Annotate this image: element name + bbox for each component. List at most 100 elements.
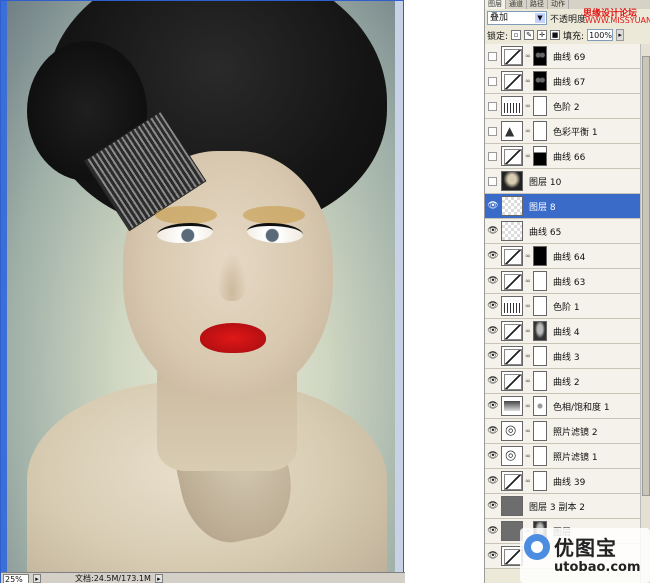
visibility-toggle[interactable]: [488, 51, 497, 61]
layer-row[interactable]: ∞ 曲线 66: [485, 144, 641, 169]
eye-icon[interactable]: 👁: [487, 250, 499, 262]
eye-icon[interactable]: 👁: [487, 525, 499, 537]
layer-row[interactable]: ∞ 色彩平衡 1: [485, 119, 641, 144]
link-icon[interactable]: ∞: [525, 102, 531, 110]
visibility-toggle[interactable]: [488, 101, 497, 111]
hue-thumbnail-icon[interactable]: [501, 396, 523, 416]
layer-mask-thumbnail[interactable]: [533, 296, 547, 316]
layer-row[interactable]: 👁 ∞ 照片滤镜 2: [485, 419, 641, 444]
status-menu-arrow-icon[interactable]: ▸: [33, 574, 41, 583]
photofilter-thumbnail-icon[interactable]: [501, 446, 523, 466]
layer-row[interactable]: ∞ 色阶 2: [485, 94, 641, 119]
zoom-level[interactable]: 25%: [3, 573, 29, 583]
eye-icon[interactable]: 👁: [487, 450, 499, 462]
photofilter-thumbnail-icon[interactable]: [501, 421, 523, 441]
curves-thumbnail-icon[interactable]: [501, 46, 523, 66]
curves-thumbnail-icon[interactable]: [501, 71, 523, 91]
balance-thumbnail-icon[interactable]: [501, 121, 523, 141]
link-icon[interactable]: ∞: [525, 352, 531, 360]
layer-mask-thumbnail[interactable]: [533, 96, 547, 116]
layer-mask-thumbnail[interactable]: [533, 396, 547, 416]
document-window[interactable]: 25% ▸ 文档:24.5M/173.1M ▸: [0, 0, 405, 583]
layer-mask-thumbnail[interactable]: [533, 271, 547, 291]
tab-channels[interactable]: 通道: [506, 0, 527, 9]
image-canvas[interactable]: [7, 1, 395, 572]
link-icon[interactable]: ∞: [525, 152, 531, 160]
layer-mask-thumbnail[interactable]: [533, 146, 547, 166]
layer-row[interactable]: 👁 ∞ 曲线 63: [485, 269, 641, 294]
eye-icon[interactable]: 👁: [487, 500, 499, 512]
layer-mask-thumbnail[interactable]: [533, 46, 547, 66]
tab-layers[interactable]: 图层: [485, 0, 506, 9]
curves-thumbnail-icon[interactable]: [501, 246, 523, 266]
layer-row[interactable]: 👁 ∞ 曲线 4: [485, 319, 641, 344]
layer-row[interactable]: 👁 ∞ 色相/饱和度 1: [485, 394, 641, 419]
gray-thumbnail-icon[interactable]: [501, 496, 523, 516]
lock-image-icon[interactable]: ✎: [524, 30, 535, 40]
link-icon[interactable]: ∞: [525, 277, 531, 285]
link-icon[interactable]: ∞: [525, 402, 531, 410]
eye-icon[interactable]: 👁: [487, 475, 499, 487]
scrollbar-thumb[interactable]: [642, 56, 650, 496]
layer-row[interactable]: 👁 图层 3 副本 2: [485, 494, 641, 519]
layer-row[interactable]: 👁 ∞ 曲线 64: [485, 244, 641, 269]
layer-mask-thumbnail[interactable]: [533, 321, 547, 341]
visibility-toggle[interactable]: [488, 126, 497, 136]
link-icon[interactable]: ∞: [525, 302, 531, 310]
layer-row[interactable]: 👁 ∞ 曲线 39: [485, 469, 641, 494]
link-icon[interactable]: ∞: [525, 452, 531, 460]
layer-row[interactable]: 👁 ∞ 曲线 3: [485, 344, 641, 369]
curves-thumbnail-icon[interactable]: [501, 271, 523, 291]
lock-all-icon[interactable]: ■: [550, 30, 561, 40]
link-icon[interactable]: ∞: [525, 77, 531, 85]
layer-row[interactable]: 👁 图层 8: [485, 194, 641, 219]
layer-row[interactable]: ∞ 曲线 69: [485, 44, 641, 69]
curves-thumbnail-icon[interactable]: [501, 146, 523, 166]
layer-mask-thumbnail[interactable]: [533, 421, 547, 441]
layer-mask-thumbnail[interactable]: [533, 121, 547, 141]
layer-list-scrollbar[interactable]: [640, 44, 650, 583]
blend-mode-select[interactable]: 叠加 ▼: [487, 11, 547, 25]
layer-mask-thumbnail[interactable]: [533, 371, 547, 391]
checker-thumbnail-icon[interactable]: [501, 196, 523, 216]
eye-icon[interactable]: 👁: [487, 275, 499, 287]
eye-icon[interactable]: 👁: [487, 225, 499, 237]
link-icon[interactable]: ∞: [525, 377, 531, 385]
fill-input[interactable]: 100%: [587, 29, 614, 41]
layer-row[interactable]: 👁 ∞ 照片滤镜 1: [485, 444, 641, 469]
tab-actions[interactable]: 动作: [548, 0, 569, 9]
eye-icon[interactable]: 👁: [487, 300, 499, 312]
eye-icon[interactable]: 👁: [487, 425, 499, 437]
layer-row[interactable]: ∞ 曲线 67: [485, 69, 641, 94]
status-info-arrow-icon[interactable]: ▸: [154, 574, 163, 583]
link-icon[interactable]: ∞: [525, 252, 531, 260]
tab-paths[interactable]: 路径: [527, 0, 548, 9]
curves-thumbnail-icon[interactable]: [501, 371, 523, 391]
eye-icon[interactable]: 👁: [487, 325, 499, 337]
portrait-thumbnail-icon[interactable]: [501, 171, 523, 191]
layer-row[interactable]: 👁 曲线 65: [485, 219, 641, 244]
layer-mask-thumbnail[interactable]: [533, 446, 547, 466]
layer-mask-thumbnail[interactable]: [533, 71, 547, 91]
lock-transparent-icon[interactable]: ▫: [511, 30, 522, 40]
visibility-toggle[interactable]: [488, 176, 497, 186]
link-icon[interactable]: ∞: [525, 127, 531, 135]
layer-mask-thumbnail[interactable]: [533, 471, 547, 491]
eye-icon[interactable]: 👁: [487, 550, 499, 562]
link-icon[interactable]: ∞: [525, 427, 531, 435]
eye-icon[interactable]: 👁: [487, 400, 499, 412]
curves-thumbnail-icon[interactable]: [501, 471, 523, 491]
fill-arrow-icon[interactable]: ▸: [616, 29, 625, 41]
curves-thumbnail-icon[interactable]: [501, 321, 523, 341]
eye-icon[interactable]: 👁: [487, 375, 499, 387]
link-icon[interactable]: ∞: [525, 52, 531, 60]
visibility-toggle[interactable]: [488, 76, 497, 86]
visibility-toggle[interactable]: [488, 151, 497, 161]
layer-row[interactable]: 👁 ∞ 曲线 2: [485, 369, 641, 394]
levels-thumbnail-icon[interactable]: [501, 296, 523, 316]
curves-thumbnail-icon[interactable]: [501, 346, 523, 366]
eye-icon[interactable]: 👁: [487, 350, 499, 362]
layer-row[interactable]: 👁 ∞ 色阶 1: [485, 294, 641, 319]
layer-row[interactable]: 图层 10: [485, 169, 641, 194]
lock-position-icon[interactable]: ✛: [537, 30, 548, 40]
